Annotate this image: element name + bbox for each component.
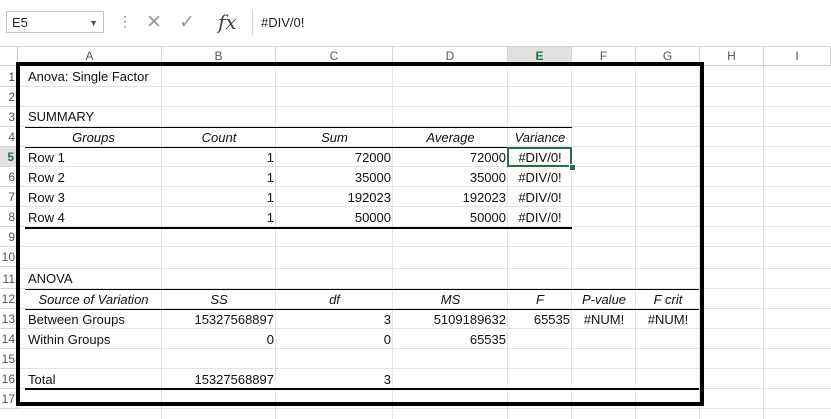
formula-bar: E5 ▼ ⋮ ✕ ✓ fx #DIV/0! [0, 0, 831, 47]
column-header-h[interactable]: H [700, 47, 764, 66]
formula-input[interactable]: #DIV/0! [252, 10, 831, 36]
column-header-i[interactable]: I [764, 47, 831, 66]
chevron-down-icon[interactable]: ▼ [89, 12, 98, 34]
name-box-value: E5 [12, 15, 28, 30]
insert-function-icon[interactable]: fx [218, 11, 237, 33]
gridline [18, 408, 831, 409]
enter-check-icon[interactable]: ✓ [179, 12, 195, 34]
gridline [763, 66, 764, 419]
name-box[interactable]: E5 ▼ [6, 11, 104, 33]
cancel-icon[interactable]: ✕ [146, 12, 162, 34]
annotation-frame [16, 62, 704, 406]
formula-buttons: ✕ ✓ fx [136, 11, 244, 35]
more-options-icon[interactable]: ⋮ [118, 14, 132, 28]
